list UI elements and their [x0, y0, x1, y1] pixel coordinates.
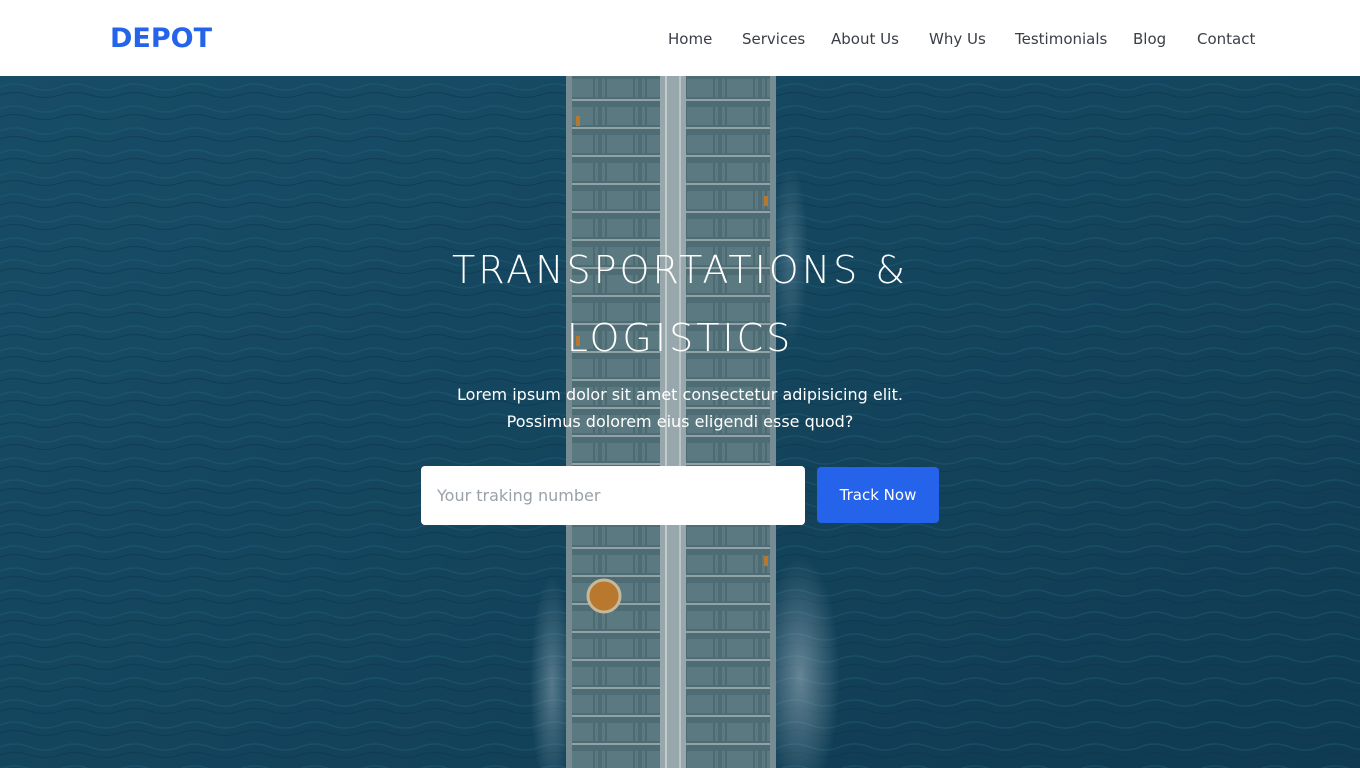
hero-subtitle: Lorem ipsum dolor sit amet consectetur a… [430, 381, 930, 435]
tracking-number-input[interactable] [421, 466, 805, 525]
hero-subtitle-line-1: Lorem ipsum dolor sit amet consectetur a… [457, 385, 903, 404]
nav-item-about-us[interactable]: About Us [831, 28, 899, 50]
nav-item-home[interactable]: Home [668, 28, 712, 50]
top-navbar: DEPOT Home Services About Us Why Us Test… [0, 0, 1360, 76]
nav-item-why-us[interactable]: Why Us [929, 28, 986, 50]
nav-item-testimonials[interactable]: Testimonials [1015, 28, 1107, 50]
nav-item-contact[interactable]: Contact [1197, 28, 1255, 50]
hero-title-line-2: LOGISTICS [566, 316, 794, 360]
hero-section: TRANSPORTATIONS & LOGISTICS Lorem ipsum … [0, 76, 1360, 768]
track-now-button[interactable]: Track Now [817, 467, 939, 523]
nav-item-blog[interactable]: Blog [1133, 28, 1166, 50]
hero-title-line-1: TRANSPORTATIONS & [452, 248, 908, 292]
hero-title: TRANSPORTATIONS & LOGISTICS [380, 236, 980, 372]
main-nav: Home Services About Us Why Us Testimonia… [0, 28, 1360, 52]
hero-subtitle-line-2: Possimus dolorem eius eligendi esse quod… [506, 412, 854, 431]
nav-item-services[interactable]: Services [742, 28, 805, 50]
